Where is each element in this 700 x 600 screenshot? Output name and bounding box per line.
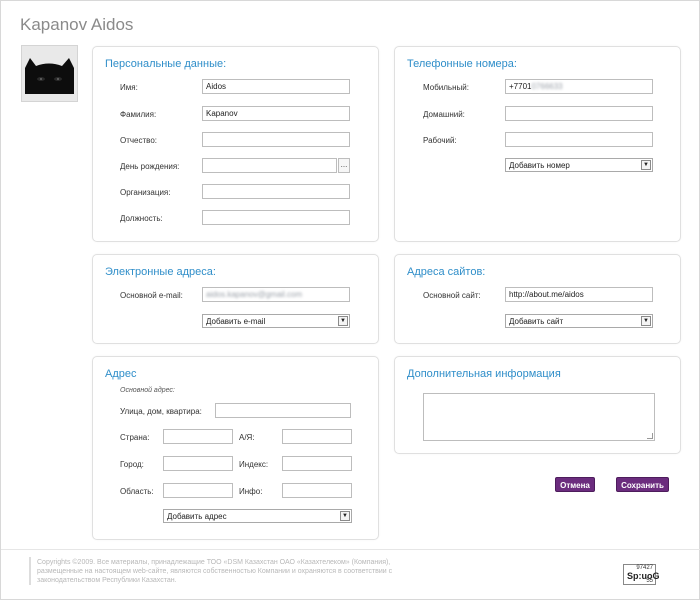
first-name-field[interactable]: Aidos [202, 79, 350, 94]
counter-bottom-value: 55 [646, 578, 653, 584]
organization-field[interactable] [202, 184, 350, 199]
region-label: Область: [120, 487, 154, 496]
position-label: Должность: [120, 214, 163, 223]
chevron-down-icon: ▼ [338, 316, 348, 326]
info-label: Инфо: [239, 487, 263, 496]
main-site-label: Основной сайт: [423, 291, 481, 300]
emails-title: Электронные адреса: [105, 266, 216, 278]
add-phone-select[interactable]: Добавить номер ▼ [505, 158, 653, 172]
add-site-select-value: Добавить сайт [509, 317, 564, 326]
personal-data-card: Персональные данные: Имя: Aidos Фамилия:… [92, 46, 379, 242]
counter-logo: Sp:uoG [627, 571, 660, 581]
footer-divider [1, 549, 700, 550]
sites-card: Адреса сайтов: Основной сайт: http://abo… [394, 254, 681, 344]
work-phone-label: Рабочий: [423, 136, 457, 145]
organization-label: Организация: [120, 188, 171, 197]
street-field[interactable] [215, 403, 351, 418]
mobile-label: Мобильный: [423, 83, 469, 92]
phones-card: Телефонные номера: Мобильный: +770107666… [394, 46, 681, 242]
address-sub-label: Основной адрес: [120, 387, 175, 394]
city-field[interactable] [163, 456, 233, 471]
patronymic-label: Отчество: [120, 136, 157, 145]
zip-label: Индекс: [239, 460, 269, 469]
chevron-down-icon: ▼ [641, 160, 651, 170]
avatar-image [22, 46, 77, 101]
add-phone-select-value: Добавить номер [509, 161, 570, 170]
mobile-value-hidden: 0766633 [531, 82, 563, 91]
cancel-button[interactable]: Отмена [555, 477, 595, 492]
address-title: Адрес [105, 368, 137, 380]
po-box-label: А/Я: [239, 433, 255, 442]
emails-card: Электронные адреса: Основной e-mail: aid… [92, 254, 379, 344]
additional-info-card: Дополнительная информация [394, 356, 681, 454]
additional-info-title: Дополнительная информация [407, 368, 561, 380]
birthday-label: День рождения: [120, 162, 180, 171]
add-address-select-value: Добавить адрес [167, 512, 227, 521]
add-site-select[interactable]: Добавить сайт ▼ [505, 314, 653, 328]
patronymic-field[interactable] [202, 132, 350, 147]
mobile-field[interactable]: +77010766633 [505, 79, 653, 94]
region-field[interactable] [163, 483, 233, 498]
zip-field[interactable] [282, 456, 352, 471]
country-label: Страна: [120, 433, 150, 442]
footer-accent-bar [29, 557, 31, 585]
po-box-field[interactable] [282, 429, 352, 444]
work-phone-field[interactable] [505, 132, 653, 147]
footer-copyright: Copyrights ©2009. Все материалы, принадл… [37, 559, 393, 584]
last-name-label: Фамилия: [120, 110, 157, 119]
home-phone-field[interactable] [505, 106, 653, 121]
city-label: Город: [120, 460, 144, 469]
position-field[interactable] [202, 210, 350, 225]
add-email-select[interactable]: Добавить e-mail ▼ [202, 314, 350, 328]
info-field[interactable] [282, 483, 352, 498]
avatar[interactable] [21, 45, 78, 102]
add-email-select-value: Добавить e-mail [206, 317, 266, 326]
page: Kapanov Aidos Персональные данные: Имя: … [0, 0, 700, 600]
main-email-value: aidos.kapanov@gmail.com [206, 290, 303, 299]
save-button[interactable]: Сохранить [616, 477, 669, 492]
address-card: Адрес Основной адрес: Улица, дом, кварти… [92, 356, 379, 540]
chevron-down-icon: ▼ [340, 511, 350, 521]
add-address-select[interactable]: Добавить адрес ▼ [163, 509, 352, 523]
main-email-label: Основной e-mail: [120, 291, 183, 300]
resize-handle-icon[interactable] [647, 433, 653, 439]
country-field[interactable] [163, 429, 233, 444]
personal-data-title: Персональные данные: [105, 58, 227, 70]
last-name-field[interactable]: Kapanov [202, 106, 350, 121]
main-email-field[interactable]: aidos.kapanov@gmail.com [202, 287, 350, 302]
additional-info-textarea[interactable] [423, 393, 655, 441]
birthday-picker-button[interactable]: ... [338, 158, 350, 173]
visit-counter[interactable]: 97427 Sp:uoG 55 [623, 564, 660, 585]
sites-title: Адреса сайтов: [407, 266, 486, 278]
main-site-field[interactable]: http://about.me/aidos [505, 287, 653, 302]
mobile-value: +7701 [509, 82, 532, 91]
phones-title: Телефонные номера: [407, 58, 517, 70]
page-title: Kapanov Aidos [20, 15, 134, 34]
chevron-down-icon: ▼ [641, 316, 651, 326]
street-label: Улица, дом, квартира: [120, 407, 202, 416]
first-name-label: Имя: [120, 83, 138, 92]
home-phone-label: Домашний: [423, 110, 465, 119]
birthday-field[interactable] [202, 158, 337, 173]
